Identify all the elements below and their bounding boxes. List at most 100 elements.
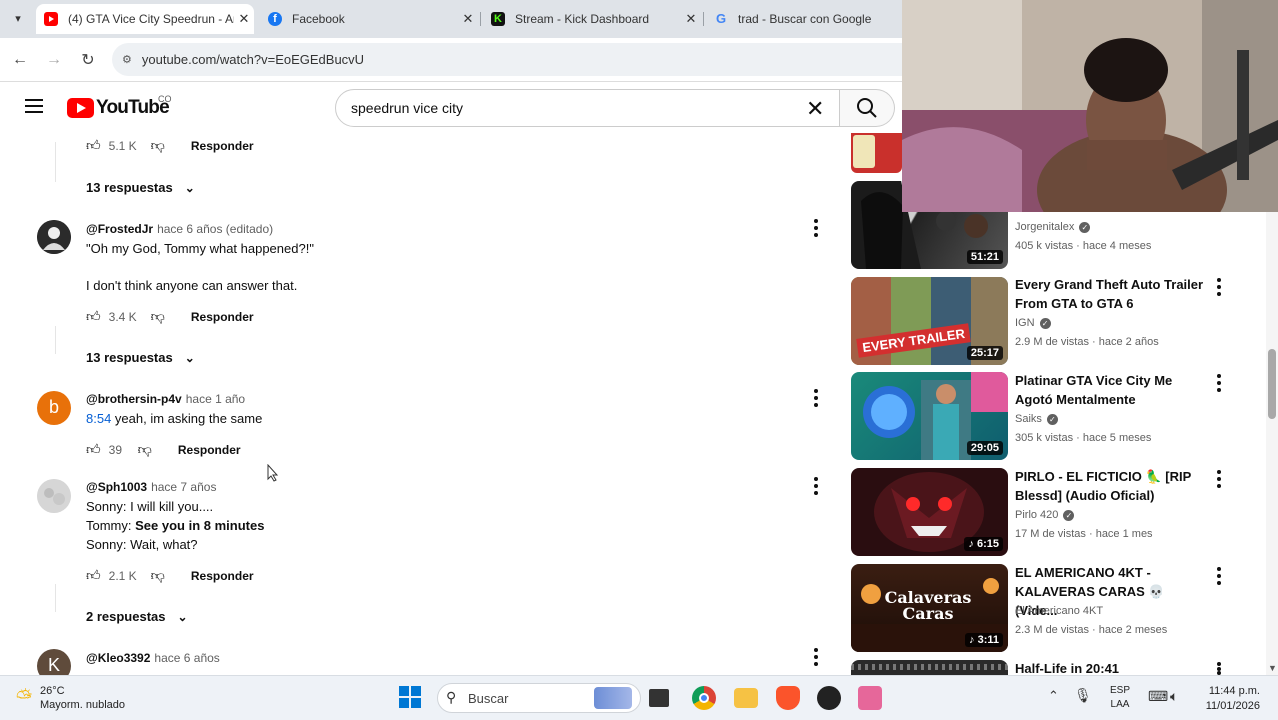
- webcam-overlay: [902, 0, 1278, 212]
- taskbar-search[interactable]: ⚲ Buscar: [437, 683, 641, 713]
- video-thumbnail[interactable]: 29:05: [851, 372, 1008, 460]
- comment-more-icon[interactable]: [813, 648, 819, 666]
- tab-google[interactable]: G trad - Buscar con Google: [706, 4, 902, 34]
- search-input[interactable]: speedrun vice city ✕: [335, 89, 840, 127]
- cloud-sun-icon: ⛅︎: [16, 686, 32, 709]
- scrollbar[interactable]: ▼: [1266, 212, 1278, 675]
- video-thumbnail[interactable]: Calaveras Caras ♪ 3:11: [851, 564, 1008, 652]
- back-arrow-icon[interactable]: ←: [8, 48, 32, 72]
- avatar[interactable]: [37, 479, 71, 513]
- video-title[interactable]: PIRLO - EL FICTICIO 🦜 [RIP Blessd] (Audi…: [1015, 467, 1205, 505]
- dislike-icon[interactable]: 👎︎: [151, 137, 165, 154]
- microphone-icon[interactable]: 🎙︎: [1074, 687, 1092, 704]
- url-field[interactable]: ⚙ youtube.com/watch?v=EoEGEdBucvU: [112, 43, 902, 76]
- forward-arrow-icon[interactable]: →: [42, 48, 66, 72]
- tab-youtube[interactable]: (4) GTA Vice City Speedrun - An ✕: [36, 4, 254, 34]
- weather-desc: Mayorm. nublado: [40, 699, 125, 711]
- comment-author[interactable]: @brothersin-p4v: [86, 392, 182, 406]
- avatar[interactable]: [37, 220, 71, 254]
- video-thumbnail[interactable]: ♪ 6:15: [851, 468, 1008, 556]
- brave-icon[interactable]: [776, 686, 800, 710]
- tab-search-icon[interactable]: ▾: [10, 12, 26, 26]
- task-view-icon[interactable]: [649, 689, 669, 707]
- video-channel[interactable]: El Americano 4KT: [1015, 605, 1103, 617]
- video-title[interactable]: Every Grand Theft Auto Trailer From GTA …: [1015, 275, 1205, 313]
- comment-text-line: Sonny: Wait, what?: [86, 537, 198, 552]
- clock[interactable]: 11:44 p.m. 11/01/2026: [1196, 684, 1260, 714]
- video-title[interactable]: Platinar GTA Vice City Me Agotó Mentalme…: [1015, 371, 1205, 409]
- video-more-icon[interactable]: [1216, 662, 1222, 675]
- app-pink-icon[interactable]: [858, 686, 882, 710]
- scrollbar-thumb[interactable]: [1268, 349, 1276, 419]
- close-icon[interactable]: ✕: [458, 11, 478, 27]
- avatar[interactable]: b: [37, 391, 71, 425]
- replies-toggle[interactable]: 13 respuestas ⌄: [86, 350, 195, 365]
- video-title[interactable]: Half-Life in 20:41: [1015, 659, 1205, 675]
- youtube-logo[interactable]: YouTube: [67, 97, 170, 119]
- comment-author[interactable]: @Sph1003: [86, 480, 147, 494]
- video-channel[interactable]: IGN ✓: [1015, 317, 1051, 329]
- close-icon[interactable]: ✕: [681, 11, 701, 27]
- comment-more-icon[interactable]: [813, 219, 819, 237]
- menu-icon[interactable]: [25, 99, 43, 113]
- like-icon[interactable]: 👍︎: [86, 441, 101, 458]
- video-thumbnail-partial[interactable]: [851, 133, 902, 173]
- like-icon[interactable]: 👍︎: [86, 308, 101, 325]
- video-thumbnail[interactable]: [851, 660, 1008, 675]
- replies-count: 2 respuestas: [86, 609, 166, 624]
- reply-button[interactable]: Responder: [178, 443, 241, 457]
- clear-search-icon[interactable]: ✕: [806, 96, 824, 122]
- country-code: CO: [158, 94, 172, 104]
- replies-toggle[interactable]: 2 respuestas ⌄: [86, 609, 188, 624]
- dislike-icon[interactable]: 👎︎: [151, 308, 165, 325]
- comment-time[interactable]: hace 6 años (editado): [157, 222, 273, 236]
- like-icon[interactable]: 👍︎: [86, 137, 101, 154]
- reply-button[interactable]: Responder: [191, 569, 254, 583]
- video-channel[interactable]: Saiks ✓: [1015, 413, 1058, 425]
- volume-icon[interactable]: 🔈︎: [1170, 688, 1178, 705]
- network-icon[interactable]: ⌨︎: [1148, 688, 1168, 705]
- comment-more-icon[interactable]: [813, 477, 819, 495]
- video-more-icon[interactable]: [1216, 470, 1222, 488]
- dislike-icon[interactable]: 👎︎: [151, 567, 165, 584]
- tab-facebook[interactable]: f Facebook ✕: [260, 4, 478, 34]
- file-explorer-icon[interactable]: [734, 688, 758, 708]
- comment-time[interactable]: hace 1 año: [186, 392, 245, 406]
- comment-more-icon[interactable]: [813, 389, 819, 407]
- language-indicator[interactable]: ESP LAA: [1110, 684, 1130, 712]
- video-channel[interactable]: Jorgenitalex ✓: [1015, 221, 1091, 233]
- tab-kick[interactable]: K Stream - Kick Dashboard ✕: [483, 4, 701, 34]
- channel-name: IGN: [1015, 317, 1035, 329]
- comment-time[interactable]: hace 6 años: [154, 651, 219, 665]
- comment-author[interactable]: @Kleo3392: [86, 651, 150, 665]
- app-icon[interactable]: [817, 686, 841, 710]
- site-settings-icon[interactable]: ⚙: [122, 53, 132, 66]
- reply-button[interactable]: Responder: [191, 139, 254, 153]
- chevron-up-icon[interactable]: ⌃: [1048, 688, 1059, 704]
- tab-divider: [480, 12, 481, 26]
- reload-icon[interactable]: ↻: [76, 48, 100, 72]
- video-channel[interactable]: Pirlo 420 ✓: [1015, 509, 1075, 521]
- chevron-down-icon: ⌄: [184, 180, 195, 195]
- replies-toggle[interactable]: 13 respuestas ⌄: [86, 180, 195, 195]
- like-icon[interactable]: 👍︎: [86, 567, 101, 584]
- dislike-icon[interactable]: 👎︎: [138, 441, 152, 458]
- video-thumbnail[interactable]: EVERY TRAILER 25:17: [851, 277, 1008, 365]
- comment-author[interactable]: @FrostedJr: [86, 222, 153, 236]
- verified-icon: ✓: [1046, 413, 1058, 425]
- timestamp-link[interactable]: 8:54: [86, 411, 111, 426]
- video-more-icon[interactable]: [1216, 374, 1222, 392]
- close-icon[interactable]: ✕: [234, 11, 254, 27]
- clock-time: 11:44 p.m.: [1208, 685, 1260, 697]
- scroll-down-arrow-icon[interactable]: ▼: [1268, 663, 1277, 673]
- chrome-icon[interactable]: [692, 686, 716, 710]
- weather-widget[interactable]: ⛅︎ 26°C Mayorm. nublado: [16, 684, 125, 712]
- windows-start-icon[interactable]: [399, 686, 421, 708]
- reply-button[interactable]: Responder: [191, 310, 254, 324]
- video-more-icon[interactable]: [1216, 278, 1222, 296]
- search-button[interactable]: [840, 89, 895, 127]
- verified-icon: ✓: [1039, 317, 1051, 329]
- thumbnail-text: Calaveras Caras: [884, 588, 972, 623]
- comment-time[interactable]: hace 7 años: [151, 480, 216, 494]
- video-more-icon[interactable]: [1216, 567, 1222, 585]
